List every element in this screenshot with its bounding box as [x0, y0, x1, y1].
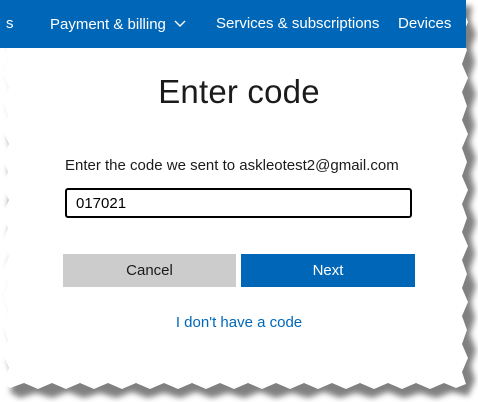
- no-code-link[interactable]: I don't have a code: [0, 314, 478, 331]
- nav-item-payment-billing-label: Payment & billing: [50, 16, 166, 33]
- nav-item-payment-billing[interactable]: Payment & billing: [50, 15, 186, 34]
- top-navigation-bar: s Payment & billing Services & subscript…: [0, 0, 466, 48]
- nav-item-services-subscriptions[interactable]: Services & subscriptions: [216, 15, 379, 33]
- nav-item-devices[interactable]: Devices: [398, 15, 451, 33]
- code-prompt-text: Enter the code we sent to askleotest2@gm…: [65, 157, 399, 174]
- page-content: s Payment & billing Services & subscript…: [0, 0, 478, 402]
- code-input[interactable]: [65, 188, 412, 218]
- next-button[interactable]: Next: [241, 254, 415, 287]
- nav-item-partial[interactable]: s: [6, 15, 14, 33]
- cancel-button[interactable]: Cancel: [63, 254, 236, 287]
- page-title: Enter code: [158, 73, 320, 110]
- screenshot-stage: s Payment & billing Services & subscript…: [0, 0, 478, 402]
- chevron-down-icon: [174, 15, 186, 33]
